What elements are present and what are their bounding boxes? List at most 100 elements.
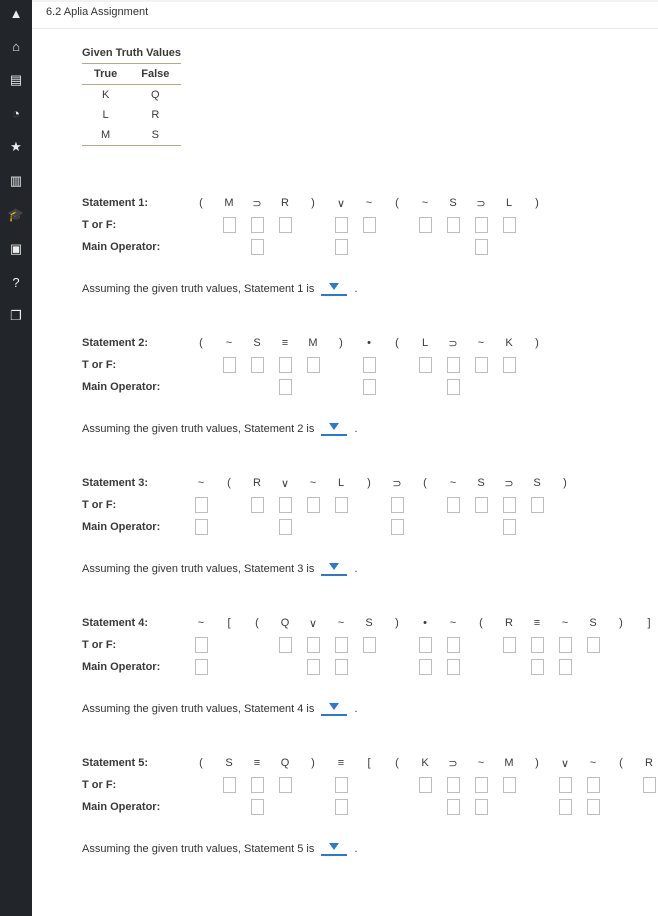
op-input[interactable] xyxy=(307,659,320,675)
symbol-cell: ∨ xyxy=(551,757,579,770)
truth-value-dropdown[interactable] xyxy=(321,422,347,436)
tf-input[interactable] xyxy=(391,497,404,513)
op-input[interactable] xyxy=(251,799,264,815)
op-input[interactable] xyxy=(531,659,544,675)
user-icon[interactable]: ▲ xyxy=(0,6,32,21)
tf-input[interactable] xyxy=(559,777,572,793)
tf-input[interactable] xyxy=(279,637,292,653)
op-input[interactable] xyxy=(279,519,292,535)
tf-input[interactable] xyxy=(335,777,348,793)
symbol-cell: ⊃ xyxy=(467,197,495,210)
tf-input[interactable] xyxy=(475,777,488,793)
tf-input[interactable] xyxy=(559,637,572,653)
op-input[interactable] xyxy=(391,519,404,535)
grad-cap-icon[interactable]: 🎓 xyxy=(0,207,32,223)
op-input[interactable] xyxy=(447,799,460,815)
tf-input[interactable] xyxy=(503,357,516,373)
tf-input[interactable] xyxy=(335,637,348,653)
tf-input[interactable] xyxy=(503,217,516,233)
symbol-cell: ) xyxy=(355,477,383,490)
tf-input[interactable] xyxy=(447,357,460,373)
tf-input[interactable] xyxy=(279,357,292,373)
tf-input[interactable] xyxy=(251,217,264,233)
tf-input[interactable] xyxy=(251,777,264,793)
tf-input[interactable] xyxy=(475,497,488,513)
tf-input[interactable] xyxy=(195,637,208,653)
op-input[interactable] xyxy=(475,799,488,815)
tf-input[interactable] xyxy=(587,637,600,653)
tf-input[interactable] xyxy=(223,777,236,793)
op-input[interactable] xyxy=(335,239,348,255)
tf-input[interactable] xyxy=(279,777,292,793)
truth-value-dropdown[interactable] xyxy=(321,842,347,856)
tf-input[interactable] xyxy=(251,497,264,513)
tf-input[interactable] xyxy=(531,497,544,513)
star-icon[interactable]: ★ xyxy=(0,139,32,155)
comment-icon[interactable]: ❐ xyxy=(0,308,32,324)
op-input[interactable] xyxy=(475,239,488,255)
tf-input[interactable] xyxy=(475,217,488,233)
tf-input[interactable] xyxy=(475,357,488,373)
truth-value-dropdown[interactable] xyxy=(321,282,347,296)
tf-input[interactable] xyxy=(531,637,544,653)
briefcase-icon[interactable]: ▣ xyxy=(0,241,32,257)
tf-input[interactable] xyxy=(251,357,264,373)
tf-input[interactable] xyxy=(587,777,600,793)
op-input[interactable] xyxy=(419,659,432,675)
tf-input[interactable] xyxy=(195,497,208,513)
op-input[interactable] xyxy=(335,799,348,815)
op-input[interactable] xyxy=(447,379,460,395)
op-input[interactable] xyxy=(195,519,208,535)
truth-value-dropdown[interactable] xyxy=(321,702,347,716)
home-icon[interactable]: ⌂ xyxy=(0,39,32,54)
book-icon[interactable]: ▤ xyxy=(0,72,32,88)
op-input[interactable] xyxy=(251,239,264,255)
tf-input[interactable] xyxy=(223,357,236,373)
tf-input[interactable] xyxy=(307,497,320,513)
tf-input[interactable] xyxy=(419,217,432,233)
tf-input[interactable] xyxy=(335,497,348,513)
symbol-cell: ( xyxy=(187,197,215,210)
tf-input[interactable] xyxy=(503,497,516,513)
symbol-cell: ) xyxy=(523,337,551,350)
symbol-cell: ( xyxy=(467,617,495,630)
tf-input[interactable] xyxy=(419,637,432,653)
statement-block: Statement 4:~[(Q∨~S)•~(R≡~S)]T or F:Main… xyxy=(82,606,642,684)
tf-input[interactable] xyxy=(279,497,292,513)
op-input[interactable] xyxy=(587,799,600,815)
tf-input[interactable] xyxy=(419,777,432,793)
op-input[interactable] xyxy=(363,379,376,395)
tf-input[interactable] xyxy=(307,357,320,373)
tf-input[interactable] xyxy=(335,217,348,233)
tf-input[interactable] xyxy=(363,217,376,233)
tf-input[interactable] xyxy=(643,777,656,793)
truth-value-dropdown[interactable] xyxy=(321,562,347,576)
op-input[interactable] xyxy=(559,659,572,675)
tf-input[interactable] xyxy=(447,217,460,233)
tf-input[interactable] xyxy=(307,637,320,653)
tf-input[interactable] xyxy=(363,357,376,373)
tf-input[interactable] xyxy=(447,637,460,653)
tf-input[interactable] xyxy=(279,217,292,233)
compass-icon[interactable]: ◔ xyxy=(0,106,32,121)
tf-input[interactable] xyxy=(223,217,236,233)
op-input[interactable] xyxy=(503,519,516,535)
tf-input[interactable] xyxy=(447,777,460,793)
book-open-icon[interactable]: ▥ xyxy=(0,173,32,189)
tf-input[interactable] xyxy=(447,497,460,513)
symbol-cell: ~ xyxy=(411,197,439,210)
help-icon[interactable]: ? xyxy=(0,275,32,290)
op-input[interactable] xyxy=(559,799,572,815)
tf-input[interactable] xyxy=(419,357,432,373)
tf-input[interactable] xyxy=(503,637,516,653)
symbol-cell: ( xyxy=(383,197,411,210)
symbol-cell: • xyxy=(411,617,439,630)
symbol-cell: ) xyxy=(607,617,635,630)
symbol-cell: ( xyxy=(215,477,243,490)
tf-input[interactable] xyxy=(363,637,376,653)
op-input[interactable] xyxy=(447,659,460,675)
op-input[interactable] xyxy=(279,379,292,395)
op-input[interactable] xyxy=(335,659,348,675)
op-input[interactable] xyxy=(195,659,208,675)
tf-input[interactable] xyxy=(503,777,516,793)
